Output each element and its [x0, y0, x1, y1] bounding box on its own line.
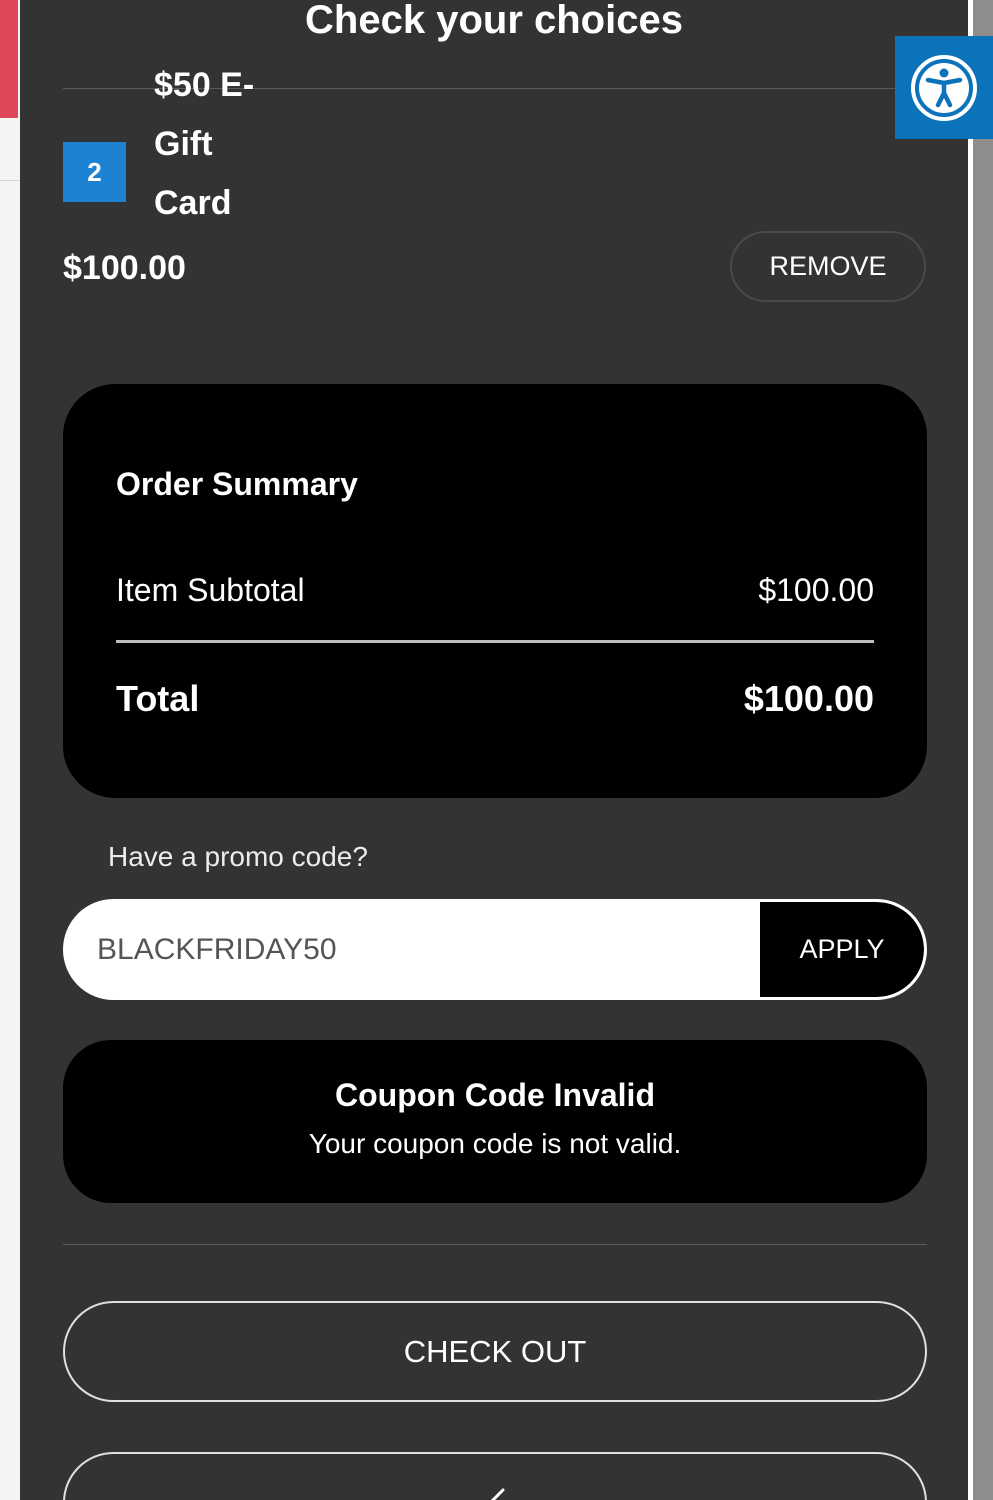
cart-drawer: Check your choices 2 $50 E-Gift Card $10…: [20, 0, 968, 1500]
remove-button[interactable]: REMOVE: [730, 231, 926, 302]
total-value: $100.00: [743, 678, 874, 719]
promo-code-label: Have a promo code?: [108, 841, 368, 872]
promo-code-form: APPLY: [63, 899, 927, 1000]
item-price: $100.00: [63, 249, 186, 287]
order-summary-title: Order Summary: [116, 466, 358, 502]
summary-divider: [116, 640, 874, 643]
order-summary-card: Order Summary Item Subtotal $100.00 Tota…: [63, 384, 927, 798]
promo-code-input[interactable]: [66, 902, 760, 997]
chevron-left-icon: [490, 1488, 505, 1500]
subtotal-value: $100.00: [758, 572, 874, 608]
accessibility-icon: [911, 54, 977, 121]
quantity-badge: 2: [63, 142, 126, 202]
checkout-button[interactable]: CHECK OUT: [63, 1301, 927, 1402]
coupon-error-alert: Coupon Code Invalid Your coupon code is …: [63, 1040, 927, 1203]
divider-bottom: [63, 1244, 927, 1245]
subtotal-label: Item Subtotal: [116, 572, 305, 608]
alert-message: Your coupon code is not valid.: [308, 1128, 682, 1159]
scrollbar-track[interactable]: [973, 0, 993, 1500]
total-label: Total: [116, 678, 200, 719]
page-accent-strip: [0, 0, 18, 118]
item-name: $50 E-Gift Card: [154, 66, 255, 222]
accessibility-button[interactable]: [895, 36, 993, 139]
drawer-title: Check your choices: [305, 0, 683, 42]
page-divider: [0, 180, 20, 181]
alert-title: Coupon Code Invalid: [335, 1077, 655, 1113]
continue-shopping-button[interactable]: [63, 1452, 927, 1500]
apply-button[interactable]: APPLY: [760, 902, 924, 997]
